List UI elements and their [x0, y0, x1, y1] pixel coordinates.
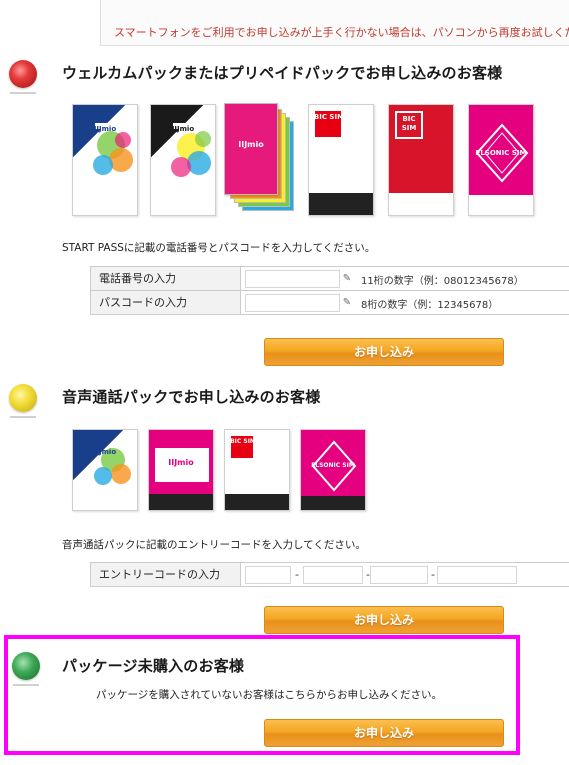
green-bullet-icon: [12, 652, 40, 680]
card-label: ELSONIC SIM: [475, 149, 527, 157]
card-label: BIC SIM: [313, 113, 345, 121]
bullet-underline: [10, 416, 36, 418]
passcode-label: パスコードの入力: [91, 291, 241, 314]
submit-button-voice[interactable]: お申し込み: [264, 606, 504, 634]
card-label: IIJmio: [238, 140, 264, 149]
notice-text: スマートフォンをご利用でお申し込みが上手く行かない場合は、パソコンから再度お試し…: [114, 26, 569, 39]
red-bullet-icon: [9, 60, 37, 88]
card-label: BIC SIM: [230, 438, 256, 445]
product-card-iijmio-black: IIJmio: [150, 104, 216, 216]
product-card-bicsim-voice: BIC SIM: [224, 429, 290, 511]
phone-number-label: 電話番号の入力: [91, 267, 241, 290]
entry-code-input-3[interactable]: [370, 566, 428, 584]
section-title-welcome: ウェルカムパックまたはプリペイドパックでお申し込みのお客様: [62, 64, 503, 82]
instruction-welcome: START PASSに記載の電話番号とパスコードを入力してください。: [62, 242, 376, 254]
code-dash: -: [295, 568, 299, 581]
entry-code-input-4[interactable]: [437, 566, 517, 584]
bullet-underline: [10, 92, 36, 94]
phone-number-hint: 11桁の数字（例：08012345678）: [361, 276, 524, 287]
product-card-bicsim-white: BIC SIM: [308, 104, 374, 216]
submit-button-no-package[interactable]: お申し込み: [264, 719, 504, 747]
no-package-description: パッケージを購入されていないお客様はこちらからお申し込みください。: [96, 689, 442, 701]
splash-art-icon: [94, 448, 131, 485]
splash-art-icon: [171, 123, 211, 177]
product-card-iijmio-voice: IIJmio: [72, 429, 138, 511]
elsonic-logo-icon: [469, 123, 533, 215]
card-label: BIC SIM: [401, 115, 417, 132]
card-label: IIJmio: [168, 458, 194, 467]
card-label: ELSONIC SIM: [311, 462, 355, 469]
section-title-no-package: パッケージ未購入のお客様: [62, 657, 245, 675]
passcode-input[interactable]: [245, 294, 340, 312]
product-card-bicsim-red: BIC SIM: [388, 104, 454, 216]
product-card-iijmio-voice-pink: IIJmio: [148, 429, 214, 511]
entry-code-label: エントリーコードの入力: [91, 563, 241, 586]
yellow-bullet-icon: [9, 384, 37, 412]
bullet-underline: [13, 684, 39, 686]
phone-number-row: 電話番号の入力 ✎ 11桁の数字（例：08012345678）: [90, 266, 569, 291]
passcode-hint: 8桁の数字（例：12345678）: [361, 300, 499, 311]
card-label: IIJmio: [93, 125, 117, 133]
hint-icon: ✎: [342, 273, 352, 284]
card-label: IIJmio: [93, 448, 117, 456]
code-dash: -: [431, 568, 435, 581]
passcode-row: パスコードの入力 ✎ 8桁の数字（例：12345678）: [90, 290, 569, 315]
section-title-voice: 音声通話パックでお申し込みのお客様: [62, 388, 321, 406]
entry-code-input-2[interactable]: [303, 566, 363, 584]
product-card-elsonic-voice: ELSONIC SIM: [300, 429, 366, 511]
product-card-iijmio-welcome: IIJmio: [72, 104, 138, 216]
product-card-iijmio-prepaid-stack: IIJmio: [224, 103, 296, 215]
instruction-voice: 音声通話パックに記載のエントリーコードを入力してください。: [62, 539, 366, 551]
submit-button-welcome[interactable]: お申し込み: [264, 338, 504, 366]
entry-code-row: エントリーコードの入力 - - -: [90, 562, 569, 587]
hint-icon: ✎: [342, 297, 352, 308]
notice-bar: スマートフォンをご利用でお申し込みが上手く行かない場合は、パソコンから再度お試し…: [0, 0, 569, 48]
product-card-elsonic: ELSONIC SIM: [468, 104, 534, 216]
elsonic-logo-icon: [301, 440, 365, 510]
phone-number-input[interactable]: [245, 270, 340, 288]
card-label: IIJmio: [171, 125, 195, 133]
entry-code-input-1[interactable]: [245, 566, 291, 584]
splash-art-icon: [93, 123, 133, 175]
